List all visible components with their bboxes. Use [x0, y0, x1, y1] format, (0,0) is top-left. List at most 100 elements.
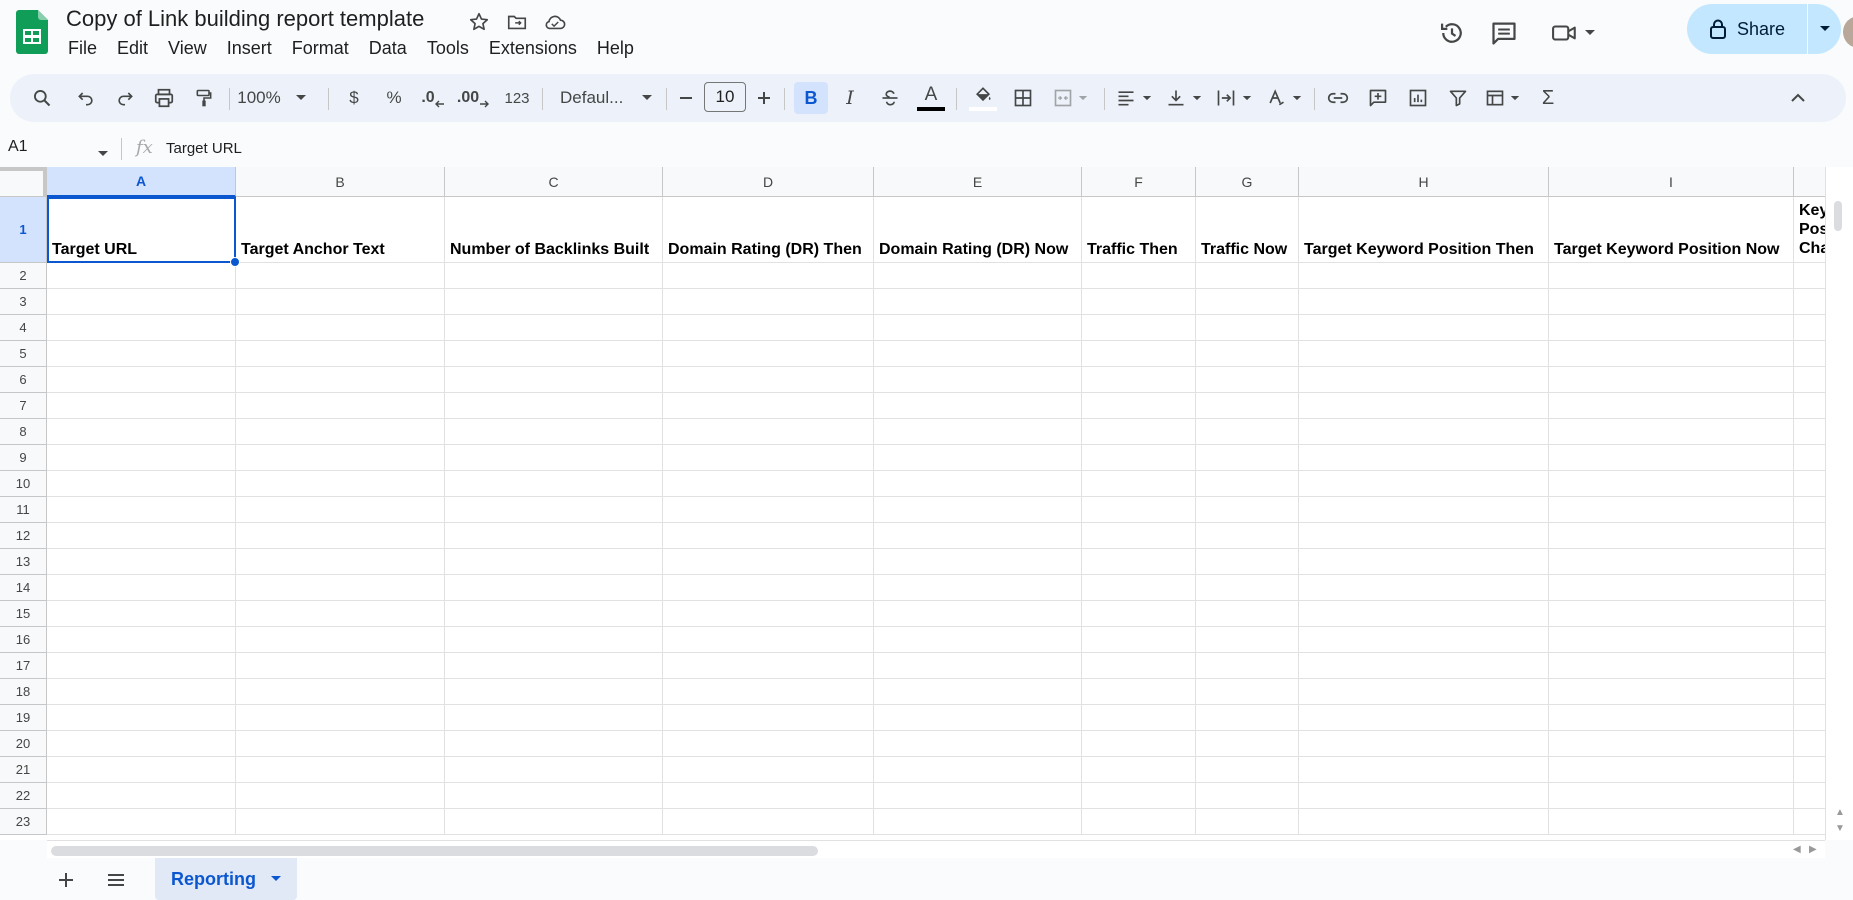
grid-cell[interactable] — [1196, 497, 1299, 523]
grid-cell[interactable] — [1794, 523, 1825, 549]
grid-cell[interactable] — [1299, 289, 1549, 315]
grid-cell[interactable] — [1082, 393, 1196, 419]
grid-cell[interactable] — [1794, 679, 1825, 705]
menu-insert[interactable]: Insert — [217, 36, 282, 61]
grid-cell[interactable] — [1794, 627, 1825, 653]
grid-cell[interactable] — [445, 757, 663, 783]
grid-cell[interactable] — [1299, 601, 1549, 627]
grid-cell[interactable] — [1299, 679, 1549, 705]
paint-format-icon[interactable] — [190, 82, 218, 114]
grid-cell[interactable] — [236, 393, 445, 419]
grid-cell[interactable] — [445, 523, 663, 549]
grid-cell[interactable] — [1082, 601, 1196, 627]
grid-cell[interactable] — [1549, 315, 1794, 341]
decrease-font-size-icon[interactable] — [674, 82, 698, 114]
grid-cell[interactable] — [445, 471, 663, 497]
text-color-button[interactable]: A — [914, 82, 948, 114]
grid-cell[interactable] — [663, 523, 874, 549]
grid-cell[interactable] — [47, 471, 236, 497]
menu-data[interactable]: Data — [359, 36, 417, 61]
grid-cell[interactable] — [1196, 627, 1299, 653]
grid-cell[interactable] — [1794, 419, 1825, 445]
grid-cell[interactable] — [236, 783, 445, 809]
grid-cell[interactable] — [1196, 757, 1299, 783]
grid-cell[interactable] — [1549, 523, 1794, 549]
grid-cell[interactable] — [1299, 445, 1549, 471]
grid-cell[interactable] — [236, 263, 445, 289]
grid-cell[interactable] — [1299, 315, 1549, 341]
grid-cell[interactable] — [1549, 653, 1794, 679]
grid-cell[interactable] — [1299, 731, 1549, 757]
grid-cell[interactable] — [874, 315, 1082, 341]
menu-help[interactable]: Help — [587, 36, 644, 61]
menu-extensions[interactable]: Extensions — [479, 36, 587, 61]
grid-cell[interactable] — [874, 341, 1082, 367]
grid-cell[interactable] — [445, 289, 663, 315]
grid-cell[interactable] — [663, 341, 874, 367]
grid-cell[interactable] — [1082, 497, 1196, 523]
grid-cell[interactable] — [1196, 393, 1299, 419]
grid-cell[interactable] — [1196, 809, 1299, 835]
grid-cell[interactable] — [445, 341, 663, 367]
fill-handle[interactable] — [230, 257, 240, 267]
grid-cell[interactable] — [1299, 809, 1549, 835]
grid-cell[interactable] — [1299, 523, 1549, 549]
chevron-down-icon[interactable] — [97, 145, 109, 163]
row-header-14[interactable]: 14 — [0, 575, 47, 601]
add-sheet-icon[interactable] — [50, 866, 82, 894]
row-header-19[interactable]: 19 — [0, 705, 47, 731]
grid-cell[interactable] — [1196, 549, 1299, 575]
row-header-13[interactable]: 13 — [0, 549, 47, 575]
row-header-12[interactable]: 12 — [0, 523, 47, 549]
grid-cell[interactable] — [1549, 393, 1794, 419]
grid-cell[interactable] — [1082, 341, 1196, 367]
formula-input[interactable]: Target URL — [166, 140, 242, 157]
grid-cell[interactable] — [663, 263, 874, 289]
grid-cell[interactable] — [1794, 653, 1825, 679]
grid-cell[interactable] — [236, 757, 445, 783]
grid-cell[interactable] — [1196, 263, 1299, 289]
grid-cell[interactable] — [236, 497, 445, 523]
grid-cell[interactable] — [1794, 393, 1825, 419]
grid-cell[interactable] — [47, 263, 236, 289]
grid-cell[interactable] — [1794, 445, 1825, 471]
header-cell-target-url[interactable]: Target URL — [47, 197, 236, 263]
header-cell-target-keyword-position-now[interactable]: Target Keyword Position Now — [1549, 197, 1794, 263]
row-header-23[interactable]: 23 — [0, 809, 47, 835]
vertical-scroll-thumb[interactable] — [1834, 201, 1842, 231]
header-cell-traffic-then[interactable]: Traffic Then — [1082, 197, 1196, 263]
row-header-7[interactable]: 7 — [0, 393, 47, 419]
scroll-left-icon[interactable]: ◀ — [1793, 844, 1801, 855]
grid-cell[interactable] — [47, 601, 236, 627]
font-select[interactable]: Defaul... — [550, 82, 660, 114]
menu-edit[interactable]: Edit — [107, 36, 158, 61]
share-button[interactable]: Share — [1687, 4, 1807, 54]
column-header-e[interactable]: E — [874, 167, 1082, 197]
grid-cell[interactable] — [236, 419, 445, 445]
grid-cell[interactable] — [1299, 549, 1549, 575]
zoom-select[interactable]: 100% — [232, 82, 312, 114]
grid-cell[interactable] — [874, 783, 1082, 809]
grid-cell[interactable] — [663, 601, 874, 627]
comments-icon[interactable] — [1485, 14, 1523, 52]
grid-cell[interactable] — [874, 627, 1082, 653]
grid-cell[interactable] — [1549, 497, 1794, 523]
grid-cell[interactable] — [47, 393, 236, 419]
row-header-9[interactable]: 9 — [0, 445, 47, 471]
grid-cell[interactable] — [1549, 445, 1794, 471]
grid-cell[interactable] — [1549, 341, 1794, 367]
row-header-8[interactable]: 8 — [0, 419, 47, 445]
grid-cell[interactable] — [1196, 289, 1299, 315]
grid-cell[interactable] — [663, 679, 874, 705]
grid-cell[interactable] — [445, 367, 663, 393]
row-header-17[interactable]: 17 — [0, 653, 47, 679]
grid-cell[interactable] — [874, 367, 1082, 393]
grid-cell[interactable] — [1299, 419, 1549, 445]
grid-cell[interactable] — [445, 601, 663, 627]
grid-cell[interactable] — [236, 341, 445, 367]
grid-cell[interactable] — [47, 809, 236, 835]
row-header-6[interactable]: 6 — [0, 367, 47, 393]
grid-cell[interactable] — [1794, 263, 1825, 289]
grid-cell[interactable] — [236, 289, 445, 315]
grid-cell[interactable] — [1794, 471, 1825, 497]
